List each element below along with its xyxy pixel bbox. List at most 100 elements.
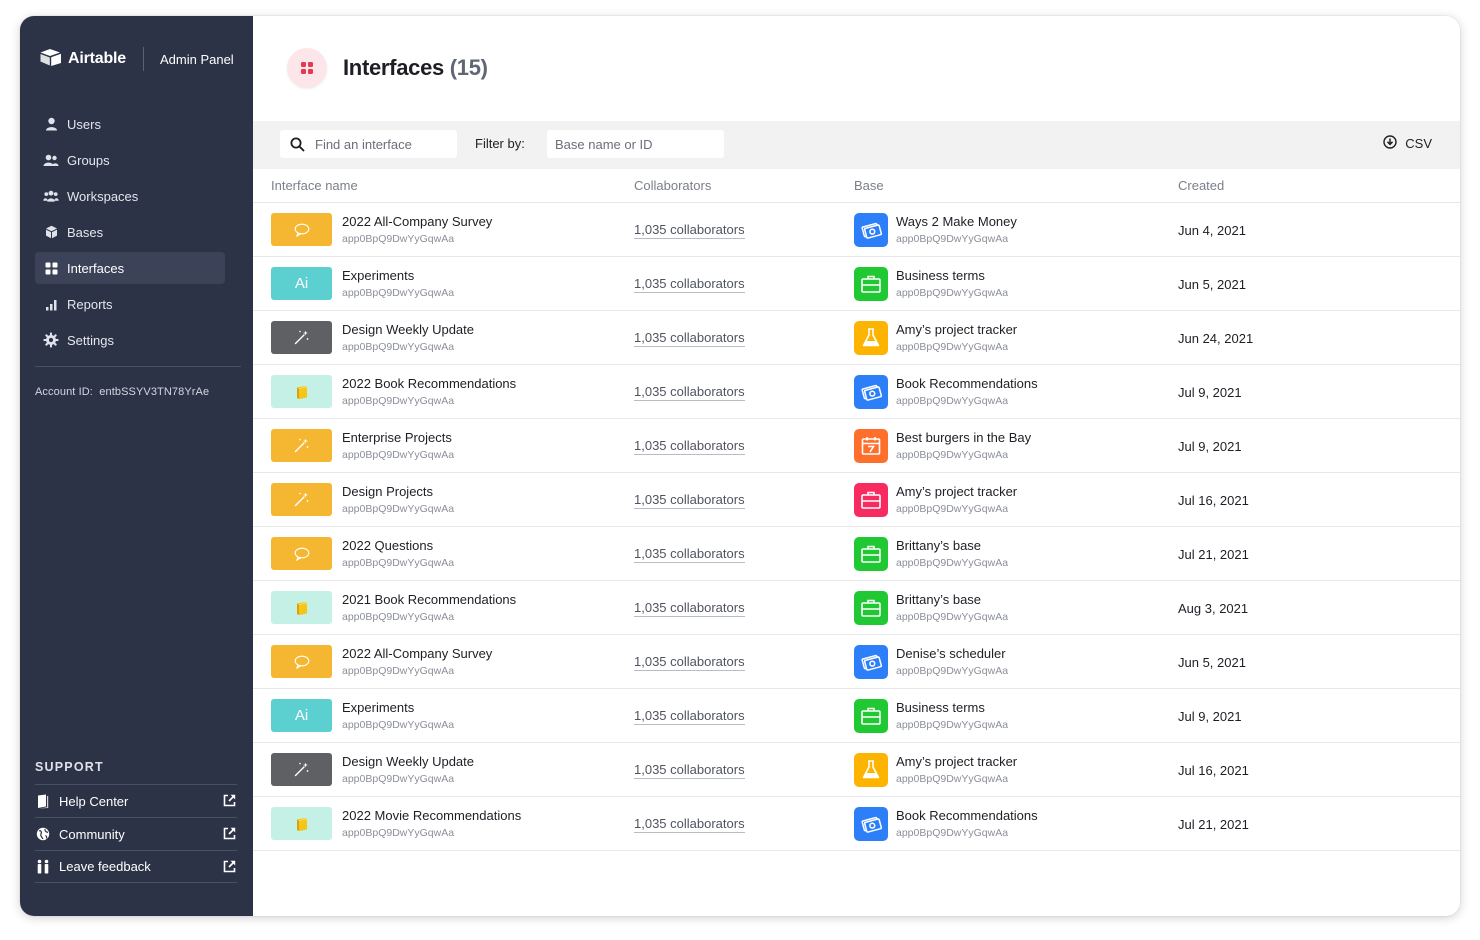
interface-name-cell[interactable]: 2021 Book Recommendations app0BpQ9DwYyGq… [271, 591, 516, 624]
base-name[interactable]: Book Recommendations [896, 808, 1038, 824]
collaborators-link[interactable]: 1,035 collaborators [634, 654, 745, 671]
table-row[interactable]: Design Weekly Update app0BpQ9DwYyGqwAa 1… [253, 311, 1460, 365]
base-cell[interactable]: Business terms app0BpQ9DwYyGqwAa [854, 267, 1008, 301]
collaborators-link[interactable]: 1,035 collaborators [634, 546, 745, 563]
interface-name[interactable]: Experiments [342, 700, 454, 716]
created-date: Jun 4, 2021 [1178, 223, 1246, 238]
collaborators-link[interactable]: 1,035 collaborators [634, 492, 745, 509]
sidebar-item-bases[interactable]: Bases [35, 216, 225, 248]
sidebar-item-reports[interactable]: Reports [35, 288, 225, 320]
base-name[interactable]: Amy’s project tracker [896, 754, 1017, 770]
interface-name-cell[interactable]: Design Weekly Update app0BpQ9DwYyGqwAa [271, 321, 474, 354]
csv-download-button[interactable]: CSV [1383, 135, 1432, 152]
interface-name[interactable]: 2022 Book Recommendations [342, 376, 516, 392]
collaborators-link[interactable]: 1,035 collaborators [634, 600, 745, 617]
airtable-logo[interactable]: Airtable [40, 48, 126, 71]
interface-name-cell[interactable]: Design Projects app0BpQ9DwYyGqwAa [271, 483, 454, 516]
base-name[interactable]: Best burgers in the Bay [896, 430, 1031, 446]
interface-name-cell[interactable]: 2022 All-Company Survey app0BpQ9DwYyGqwA… [271, 213, 492, 246]
table-row[interactable]: 2022 All-Company Survey app0BpQ9DwYyGqwA… [253, 635, 1460, 689]
table-row[interactable]: Design Weekly Update app0BpQ9DwYyGqwAa 1… [253, 743, 1460, 797]
interface-name-cell[interactable]: Ai Experiments app0BpQ9DwYyGqwAa [271, 267, 454, 300]
interface-name[interactable]: 2021 Book Recommendations [342, 592, 516, 608]
filter-box[interactable] [547, 130, 724, 158]
interface-name[interactable]: 2022 Movie Recommendations [342, 808, 521, 824]
interface-name[interactable]: Design Projects [342, 484, 454, 500]
collaborators-link[interactable]: 1,035 collaborators [634, 222, 745, 239]
base-cell[interactable]: Amy’s project tracker app0BpQ9DwYyGqwAa [854, 753, 1017, 787]
base-name[interactable]: Business terms [896, 700, 1008, 716]
base-id: app0BpQ9DwYyGqwAa [896, 341, 1009, 353]
base-cell[interactable]: Business terms app0BpQ9DwYyGqwAa [854, 699, 1008, 733]
interface-name-cell[interactable]: Design Weekly Update app0BpQ9DwYyGqwAa [271, 753, 474, 786]
support-item-help-center[interactable]: Help Center [35, 784, 237, 817]
base-name[interactable]: Brittany’s base [896, 592, 1008, 608]
base-cell[interactable]: Amy’s project tracker app0BpQ9DwYyGqwAa [854, 483, 1017, 517]
base-name[interactable]: Amy’s project tracker [896, 484, 1017, 500]
sidebar-item-users[interactable]: Users [35, 108, 225, 140]
table-row[interactable]: 2022 Questions app0BpQ9DwYyGqwAa 1,035 c… [253, 527, 1460, 581]
column-header-base[interactable]: Base [854, 178, 884, 193]
column-header-collaborators[interactable]: Collaborators [634, 178, 711, 193]
table-row[interactable]: Enterprise Projects app0BpQ9DwYyGqwAa 1,… [253, 419, 1460, 473]
interface-thumbnail [271, 429, 332, 462]
interface-name[interactable]: 2022 Questions [342, 538, 454, 554]
interface-name-cell[interactable]: 2022 All-Company Survey app0BpQ9DwYyGqwA… [271, 645, 492, 678]
base-cell[interactable]: Book Recommendations app0BpQ9DwYyGqwAa [854, 375, 1038, 409]
base-cell[interactable]: Book Recommendations app0BpQ9DwYyGqwAa [854, 807, 1038, 841]
sidebar-item-interfaces[interactable]: Interfaces [35, 252, 225, 284]
table-row[interactable]: 2022 Movie Recommendations app0BpQ9DwYyG… [253, 797, 1460, 851]
interface-name[interactable]: Experiments [342, 268, 454, 284]
collaborators-link[interactable]: 1,035 collaborators [634, 816, 745, 833]
base-cell[interactable]: Ways 2 Make Money app0BpQ9DwYyGqwAa [854, 213, 1017, 247]
table-row[interactable]: Design Projects app0BpQ9DwYyGqwAa 1,035 … [253, 473, 1460, 527]
interface-name-cell[interactable]: Enterprise Projects app0BpQ9DwYyGqwAa [271, 429, 454, 462]
interface-name[interactable]: 2022 All-Company Survey [342, 214, 492, 230]
collaborators-link[interactable]: 1,035 collaborators [634, 384, 745, 401]
collaborators-link[interactable]: 1,035 collaborators [634, 762, 745, 779]
interface-name[interactable]: 2022 All-Company Survey [342, 646, 492, 662]
support-item-leave-feedback[interactable]: Leave feedback [35, 850, 237, 883]
interface-name[interactable]: Design Weekly Update [342, 322, 474, 338]
sidebar-item-label: Users [67, 116, 101, 132]
base-name[interactable]: Brittany’s base [896, 538, 1008, 554]
collaborators-link[interactable]: 1,035 collaborators [634, 276, 745, 293]
table-row[interactable]: 2022 Book Recommendations app0BpQ9DwYyGq… [253, 365, 1460, 419]
base-name[interactable]: Ways 2 Make Money [896, 214, 1017, 230]
collaborators-link[interactable]: 1,035 collaborators [634, 438, 745, 455]
interface-id: app0BpQ9DwYyGqwAa [342, 556, 455, 569]
column-header-name[interactable]: Interface name [271, 178, 358, 193]
base-cell[interactable]: Amy’s project tracker app0BpQ9DwYyGqwAa [854, 321, 1017, 355]
interface-name[interactable]: Design Weekly Update [342, 754, 474, 770]
interface-name[interactable]: Enterprise Projects [342, 430, 454, 446]
base-name[interactable]: Book Recommendations [896, 376, 1038, 392]
base-cell[interactable]: Denise’s scheduler app0BpQ9DwYyGqwAa [854, 645, 1008, 679]
filter-input[interactable] [555, 136, 724, 152]
sidebar-item-groups[interactable]: Groups [35, 144, 225, 176]
interface-name-cell[interactable]: 2022 Questions app0BpQ9DwYyGqwAa [271, 537, 454, 570]
table-row[interactable]: 2021 Book Recommendations app0BpQ9DwYyGq… [253, 581, 1460, 635]
interface-name-cell[interactable]: 2022 Book Recommendations app0BpQ9DwYyGq… [271, 375, 516, 408]
sidebar-item-workspaces[interactable]: Workspaces [35, 180, 225, 212]
base-name[interactable]: Business terms [896, 268, 1008, 284]
table-row[interactable]: Ai Experiments app0BpQ9DwYyGqwAa 1,035 c… [253, 689, 1460, 743]
sidebar-item-settings[interactable]: Settings [35, 324, 225, 356]
table-row[interactable]: Ai Experiments app0BpQ9DwYyGqwAa 1,035 c… [253, 257, 1460, 311]
support-item-community[interactable]: Community [35, 817, 237, 850]
column-header-created[interactable]: Created [1178, 178, 1224, 193]
interfaces-table: Interface name Collaborators Base Create… [253, 169, 1460, 851]
base-cell[interactable]: Brittany’s base app0BpQ9DwYyGqwAa [854, 591, 1008, 625]
base-name[interactable]: Denise’s scheduler [896, 646, 1008, 662]
account-id-value: entbSSYV3TN78YrAe [99, 386, 210, 398]
search-box[interactable] [280, 130, 457, 158]
table-row[interactable]: 2022 All-Company Survey app0BpQ9DwYyGqwA… [253, 203, 1460, 257]
flask-icon [854, 753, 888, 787]
base-cell[interactable]: Best burgers in the Bay app0BpQ9DwYyGqwA… [854, 429, 1031, 463]
collaborators-link[interactable]: 1,035 collaborators [634, 330, 745, 347]
search-input[interactable] [315, 136, 457, 152]
interface-name-cell[interactable]: 2022 Movie Recommendations app0BpQ9DwYyG… [271, 807, 521, 840]
base-name[interactable]: Amy’s project tracker [896, 322, 1017, 338]
collaborators-link[interactable]: 1,035 collaborators [634, 708, 745, 725]
interface-name-cell[interactable]: Ai Experiments app0BpQ9DwYyGqwAa [271, 699, 454, 732]
base-cell[interactable]: Brittany’s base app0BpQ9DwYyGqwAa [854, 537, 1008, 571]
